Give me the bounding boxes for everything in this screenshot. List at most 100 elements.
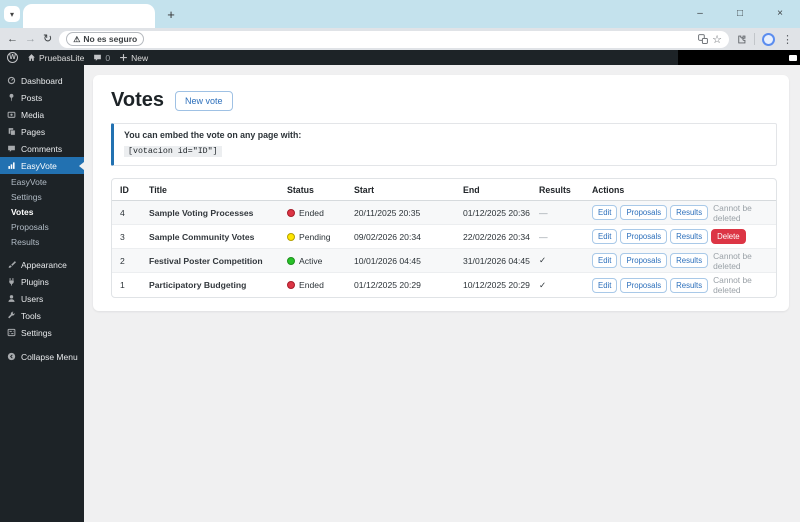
sidebar-item-media[interactable]: Media [0, 106, 84, 123]
reload-button[interactable]: ↻ [43, 33, 52, 45]
translate-icon[interactable] [698, 34, 708, 44]
cell-id: 4 [120, 207, 125, 218]
new-vote-button[interactable]: New vote [174, 90, 233, 111]
sidebar-item-label: Collapse Menu [21, 351, 78, 362]
edit-button[interactable]: Edit [592, 229, 618, 244]
cell-actions: Edit Proposals Results Delete [592, 229, 768, 244]
tab-search-button[interactable]: ▾ [4, 6, 20, 22]
sidebar-item-label: Users [21, 293, 44, 304]
sidebar-item-label: Appearance [21, 259, 67, 270]
cell-actions: Edit Proposals Results Cannot be deleted [592, 275, 768, 295]
adminbar-site-link[interactable]: PruebasLite [27, 53, 84, 63]
back-button[interactable]: ← [7, 33, 18, 45]
forward-button[interactable]: → [25, 33, 36, 45]
cannot-delete-note: Cannot be deleted [713, 275, 752, 295]
active-tab[interactable] [23, 4, 155, 28]
status-dot-icon [287, 256, 295, 265]
delete-button[interactable]: Delete [711, 229, 746, 244]
security-chip-label: No es seguro [83, 34, 138, 44]
results-button[interactable]: Results [670, 229, 709, 244]
plus-icon: + [167, 6, 175, 22]
collapse-icon [7, 352, 16, 361]
sidebar-item-label: EasyVote [21, 160, 57, 171]
cell-title: Sample Community Votes [149, 231, 255, 242]
sidebar-subitem-label: Results [11, 236, 40, 247]
sidebar-item-pages[interactable]: Pages [0, 123, 84, 140]
cell-end: 22/02/2026 20:34 [463, 231, 530, 242]
cell-start: 20/11/2025 20:35 [354, 207, 421, 218]
column-header-start: Start [354, 184, 375, 195]
cell-id: 3 [120, 231, 125, 242]
votes-table: ID Title Status Start End Results Actions 4 Sam… [111, 178, 777, 298]
profile-avatar[interactable] [762, 32, 775, 46]
close-button[interactable]: × [760, 0, 800, 26]
sidebar-item-posts[interactable]: Posts [0, 89, 84, 106]
proposals-button[interactable]: Proposals [620, 205, 668, 220]
cannot-delete-note: Cannot be deleted [713, 202, 752, 223]
column-header-title: Title [149, 184, 167, 195]
extensions-puzzle-icon[interactable] [736, 34, 747, 45]
column-header-results: Results [539, 184, 571, 195]
wp-admin-bar: W PruebasLite 0 New [0, 50, 800, 65]
maximize-button[interactable]: □ [720, 0, 760, 26]
site-name: PruebasLite [39, 52, 85, 63]
bookmark-star-icon[interactable]: ☆ [712, 33, 722, 46]
sidebar-item-dashboard[interactable]: Dashboard [0, 72, 84, 89]
new-label: New [131, 52, 149, 63]
sidebar-subitem-proposals[interactable]: Proposals [0, 219, 84, 234]
window-controls: – □ × [680, 0, 800, 28]
screen-indicator-icon [789, 54, 797, 61]
adminbar-comments-link[interactable]: 0 [93, 53, 110, 63]
new-tab-button[interactable]: + [161, 4, 181, 24]
sidebar-subitem-votes[interactable]: Votes [0, 204, 84, 219]
proposals-button[interactable]: Proposals [620, 229, 668, 244]
sidebar-item-comments[interactable]: Comments [0, 140, 84, 157]
wrench-icon [8, 311, 15, 319]
edit-button[interactable]: Edit [592, 205, 618, 220]
sidebar-subitem-label: Settings [11, 191, 42, 202]
votes-card: Votes New vote You can embed the vote on… [93, 75, 789, 311]
sidebar-item-easyvote[interactable]: EasyVote [0, 157, 84, 174]
results-button[interactable]: Results [670, 277, 709, 293]
edit-button[interactable]: Edit [592, 277, 618, 293]
table-row-vote-3: 3 Sample Community Votes Pending 09/02/2026… [112, 225, 776, 249]
chevron-down-icon: ▾ [9, 9, 14, 19]
home-icon [28, 54, 35, 61]
sidebar-item-settings[interactable]: Settings [0, 324, 84, 341]
cell-results: ✓ [539, 255, 547, 265]
cell-status: Ended [287, 280, 354, 290]
adminbar-new-link[interactable]: New [119, 53, 148, 63]
page-title: Votes [111, 89, 164, 111]
sidebar-item-label: Settings [21, 327, 52, 338]
table-row-vote-4: 4 Sample Voting Processes Ended 20/11/2025 … [112, 201, 776, 225]
edit-button[interactable]: Edit [592, 253, 618, 268]
embed-info-box: You can embed the vote on any page with:… [111, 123, 777, 166]
status-dot-icon [287, 281, 295, 289]
sidebar-item-appearance[interactable]: Appearance [0, 256, 84, 273]
results-button[interactable]: Results [670, 205, 709, 220]
cell-start: 01/12/2025 20:29 [354, 280, 421, 290]
sidebar-subitem-settings[interactable]: Settings [0, 189, 84, 204]
cell-start: 09/02/2026 20:34 [354, 231, 421, 242]
embed-shortcode: [votacion id="ID"] [124, 146, 222, 157]
sidebar-subitem-easyvote[interactable]: EasyVote [0, 174, 84, 189]
sliders-icon [7, 328, 16, 337]
proposals-button[interactable]: Proposals [620, 253, 668, 268]
cell-status: Active [287, 256, 354, 266]
sidebar-item-label: Tools [21, 310, 41, 321]
browser-window: ▾ + – □ × ← → ↻ ⚠ No es seguro ☆ ⋮ W Pru… [0, 0, 800, 522]
sidebar-item-tools[interactable]: Tools [0, 307, 84, 324]
sidebar-item-users[interactable]: Users [0, 290, 84, 307]
table-header-row: ID Title Status Start End Results Actions [112, 179, 776, 201]
proposals-button[interactable]: Proposals [620, 277, 668, 293]
results-button[interactable]: Results [670, 253, 709, 268]
minimize-button[interactable]: – [680, 0, 720, 26]
sidebar-item-plugins[interactable]: Plugins [0, 273, 84, 290]
wordpress-logo-icon[interactable]: W [7, 52, 18, 63]
status-dot-icon [287, 208, 295, 217]
browser-menu-icon[interactable]: ⋮ [782, 33, 793, 46]
sidebar-subitem-results[interactable]: Results [0, 234, 84, 249]
security-chip[interactable]: ⚠ No es seguro [66, 32, 145, 46]
sidebar-item-collapse-menu[interactable]: Collapse Menu [0, 348, 84, 365]
address-bar[interactable]: ⚠ No es seguro ☆ [59, 30, 729, 48]
